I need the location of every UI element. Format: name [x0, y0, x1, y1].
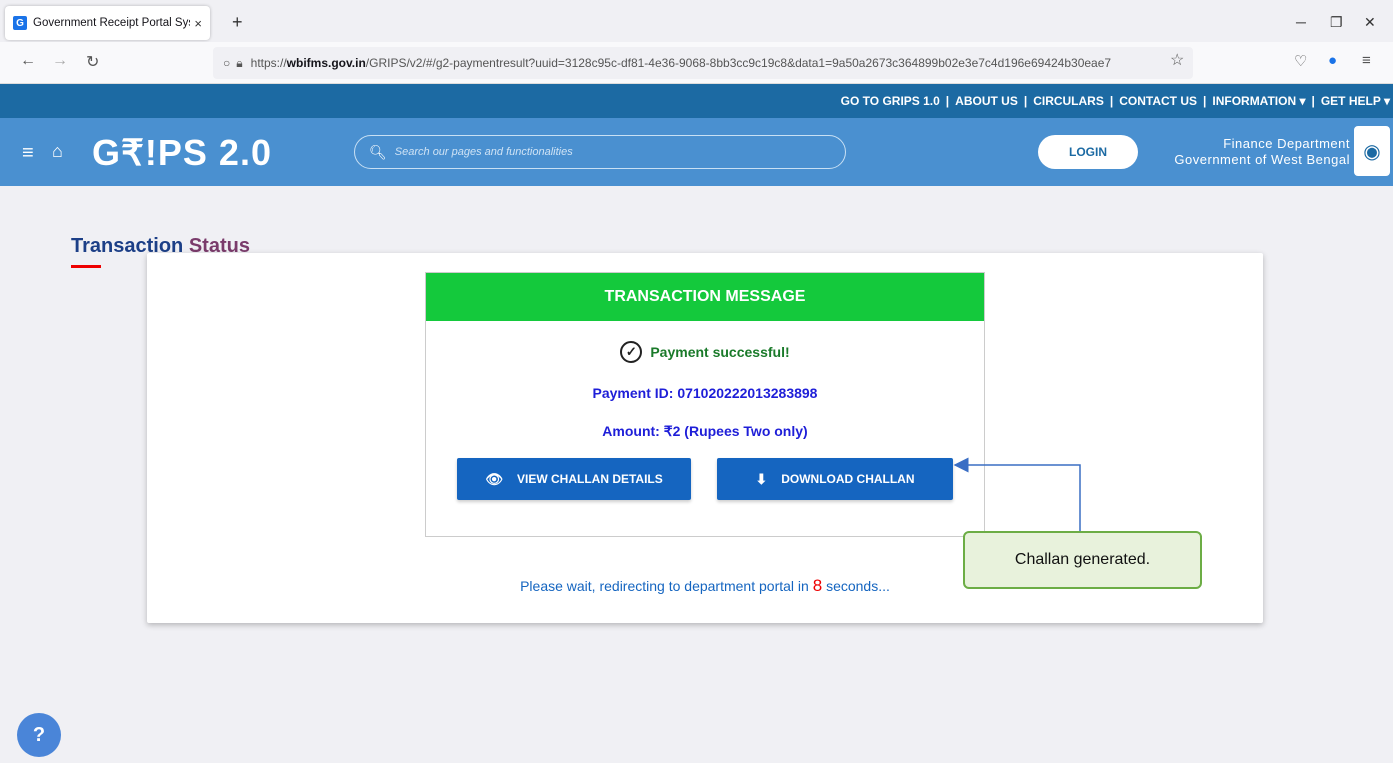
link-circulars[interactable]: CIRCULARS — [1033, 94, 1104, 108]
annotation-callout: Challan generated. — [963, 531, 1202, 589]
separator: | — [945, 94, 950, 108]
separator: | — [1203, 94, 1207, 108]
minimize-icon[interactable]: ─ — [1296, 14, 1306, 30]
download-icon: ⬇ — [755, 470, 768, 487]
success-text: Payment successful! — [650, 344, 790, 360]
browser-tab-bar: G Government Receipt Portal Syst × + ─ ❐… — [0, 0, 1393, 42]
transaction-message-box: TRANSACTION MESSAGE ✓ Payment successful… — [425, 272, 985, 537]
payment-success-message: ✓ Payment successful! — [426, 341, 984, 363]
help-question-icon[interactable]: ? — [17, 713, 61, 757]
reload-icon[interactable]: ↻ — [86, 52, 99, 72]
eye-icon: 👁︎ — [485, 470, 503, 487]
browser-tab[interactable]: G Government Receipt Portal Syst × — [5, 6, 210, 40]
view-challan-label: VIEW CHALLAN DETAILS — [517, 472, 663, 486]
lock-icon: 🔒︎ — [236, 55, 243, 70]
dept-line2: Government of West Bengal — [1174, 152, 1350, 167]
new-tab-button[interactable]: + — [232, 12, 243, 33]
search-icon: 🔍︎ — [369, 143, 387, 160]
link-information[interactable]: INFORMATION ▾ — [1212, 94, 1305, 108]
site-header: ≡ ⌂ G₹!PS 2.0 🔍︎ Search our pages and fu… — [0, 118, 1393, 186]
separator: | — [1311, 94, 1315, 108]
dept-line1: Finance Department — [1223, 136, 1350, 151]
redirect-prefix: Please wait, redirecting to department p… — [520, 578, 809, 594]
redirect-countdown: 8 — [812, 576, 823, 595]
close-tab-icon[interactable]: × — [194, 16, 202, 31]
home-icon[interactable]: ⌂ — [52, 141, 63, 162]
title-underline — [71, 265, 101, 268]
separator: | — [1023, 94, 1028, 108]
payment-id: Payment ID: 071020222013283898 — [592, 385, 818, 401]
payment-amount: Amount: ₹2 (Rupees Two only) — [602, 423, 808, 439]
transaction-message-header: TRANSACTION MESSAGE — [426, 273, 984, 321]
extension-icon[interactable]: ● — [1328, 52, 1337, 69]
grips-logo[interactable]: G₹!PS 2.0 — [92, 132, 272, 174]
restore-icon[interactable]: ❐ — [1330, 14, 1343, 31]
login-button[interactable]: LOGIN — [1038, 135, 1138, 169]
back-icon[interactable]: ← — [20, 52, 36, 70]
link-contact-us[interactable]: CONTACT US — [1119, 94, 1197, 108]
site-favicon-icon: G — [13, 16, 27, 30]
redirect-suffix: seconds... — [826, 578, 890, 594]
url-path: /GRIPS/v2/#/g2-paymentresult?uuid=3128c9… — [365, 56, 1112, 70]
link-about-us[interactable]: ABOUT US — [955, 94, 1018, 108]
top-links-bar: GO TO GRIPS 1.0 | ABOUT US | CIRCULARS |… — [0, 84, 1393, 118]
link-go-to-grips-1[interactable]: GO TO GRIPS 1.0 — [841, 94, 940, 108]
pocket-icon[interactable]: ♡ — [1294, 52, 1307, 70]
view-challan-details-button[interactable]: 👁︎ VIEW CHALLAN DETAILS — [457, 458, 691, 500]
url-prefix: https:// — [250, 56, 287, 70]
department-name: Finance Department Government of West Be… — [1142, 136, 1350, 168]
separator: | — [1109, 94, 1114, 108]
menu-icon[interactable]: ≡ — [1362, 52, 1371, 69]
search-placeholder: Search our pages and functionalities — [394, 146, 573, 158]
forward-icon[interactable]: → — [52, 52, 68, 70]
bookmark-star-icon[interactable]: ☆ — [1170, 50, 1184, 70]
url-domain: wbifms.gov.in — [286, 56, 366, 70]
link-get-help[interactable]: GET HELP ▾ — [1321, 94, 1390, 108]
shield-icon: ○ — [223, 56, 231, 70]
government-emblem-icon: ◉ — [1354, 126, 1390, 176]
browser-nav-bar: ← → ↻ ○ 🔒︎ https:// wbifms.gov.in /GRIPS… — [0, 42, 1393, 84]
download-challan-button[interactable]: ⬇ DOWNLOAD CHALLAN — [717, 458, 953, 500]
hamburger-menu-icon[interactable]: ≡ — [22, 142, 34, 165]
download-challan-label: DOWNLOAD CHALLAN — [781, 472, 915, 486]
search-input[interactable]: 🔍︎ Search our pages and functionalities — [354, 135, 846, 169]
check-circle-icon: ✓ — [620, 341, 643, 363]
close-window-icon[interactable]: ✕ — [1364, 14, 1376, 31]
address-bar[interactable]: ○ 🔒︎ https:// wbifms.gov.in /GRIPS/v2/#/… — [213, 47, 1193, 79]
tab-title: Government Receipt Portal Syst — [33, 17, 191, 29]
